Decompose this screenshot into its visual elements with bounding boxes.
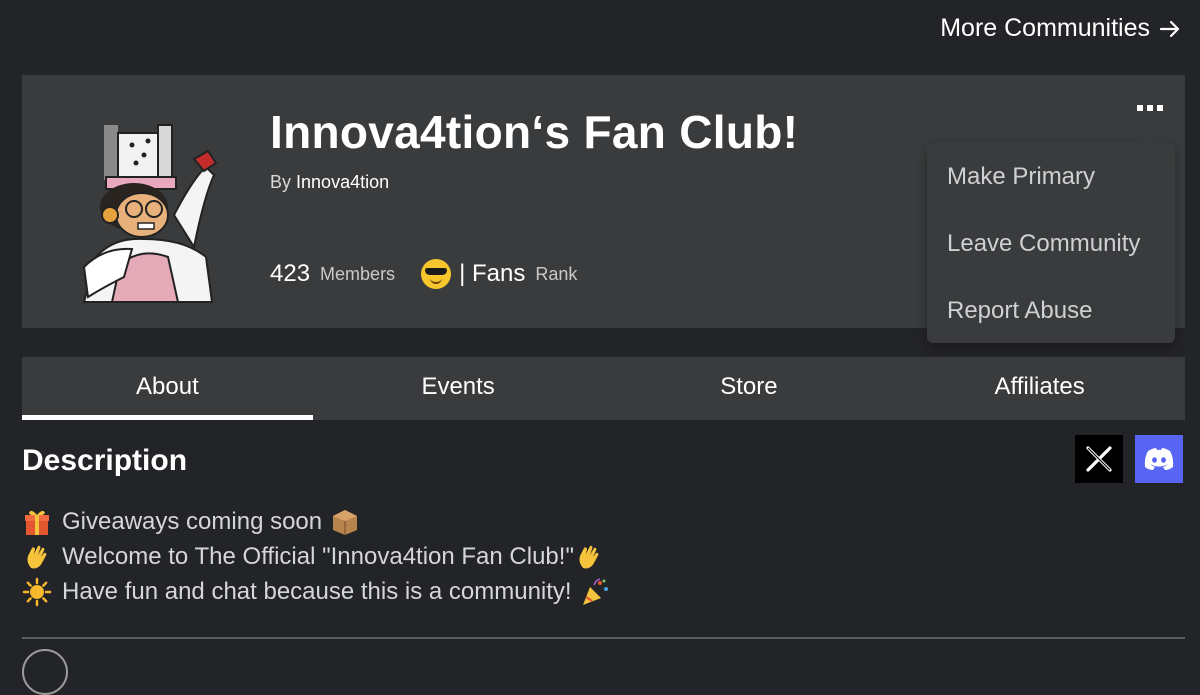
menu-item-make-primary[interactable]: Make Primary [927, 143, 1175, 210]
sunglasses-emoji-icon [421, 259, 452, 289]
description-line: Have fun and chat because this is a comm… [22, 574, 610, 609]
clock-icon [22, 649, 68, 695]
community-title: Innova4tion‘s Fan Club! [270, 106, 799, 158]
description-line-text: Have fun and chat because this is a comm… [62, 578, 572, 605]
tab-affiliates[interactable]: Affiliates [894, 357, 1185, 420]
waving-hand-emoji-icon [22, 542, 52, 572]
menu-item-leave-community[interactable]: Leave Community [927, 210, 1175, 277]
description-line: Giveaways coming soon [22, 504, 610, 539]
arrow-right-icon [1159, 20, 1180, 37]
description-body: Giveaways coming soon Welcome to The Off… [22, 504, 610, 609]
discord-social-link[interactable] [1135, 435, 1183, 483]
description-heading: Description [22, 444, 188, 477]
more-options-button[interactable] [1135, 97, 1165, 119]
x-icon [1086, 446, 1112, 472]
more-communities-label: More Communities [940, 14, 1150, 42]
party-popper-emoji-icon [580, 577, 610, 607]
rank-label: Rank [535, 263, 578, 284]
rank-name: | Fans [459, 260, 526, 287]
owner-link[interactable]: Innova4tion [296, 172, 389, 192]
sun-emoji-icon [22, 577, 52, 607]
tab-events[interactable]: Events [313, 357, 604, 420]
tab-about[interactable]: About [22, 357, 313, 420]
members-label: Members [320, 263, 396, 284]
menu-item-report-abuse[interactable]: Report Abuse [927, 277, 1175, 344]
community-owner: By Innova4tion [270, 172, 389, 193]
more-communities-link[interactable]: More Communities [940, 14, 1182, 43]
options-dropdown-menu: Make Primary Leave Community Report Abus… [927, 135, 1175, 344]
package-emoji-icon [330, 507, 360, 537]
discord-icon [1144, 448, 1174, 470]
community-stats: 423 Members | Fans Rank [270, 259, 577, 289]
owner-prefix: By [270, 172, 292, 192]
description-line-text: Welcome to The Official "Innova4tion Fan… [62, 543, 574, 570]
waving-hand-emoji-icon [574, 542, 604, 572]
community-tabs: About Events Store Affiliates [22, 357, 1185, 420]
x-social-link[interactable] [1075, 435, 1123, 483]
section-divider [22, 637, 1185, 639]
rank-info: | Fans Rank [421, 259, 577, 289]
description-line: Welcome to The Official "Innova4tion Fan… [22, 539, 610, 574]
tab-store[interactable]: Store [604, 357, 895, 420]
members-count: 423 [270, 260, 311, 287]
gift-emoji-icon [22, 507, 52, 537]
more-dots-icon [1137, 105, 1143, 111]
community-emblem [44, 97, 274, 305]
description-line-text: Giveaways coming soon [62, 508, 323, 535]
